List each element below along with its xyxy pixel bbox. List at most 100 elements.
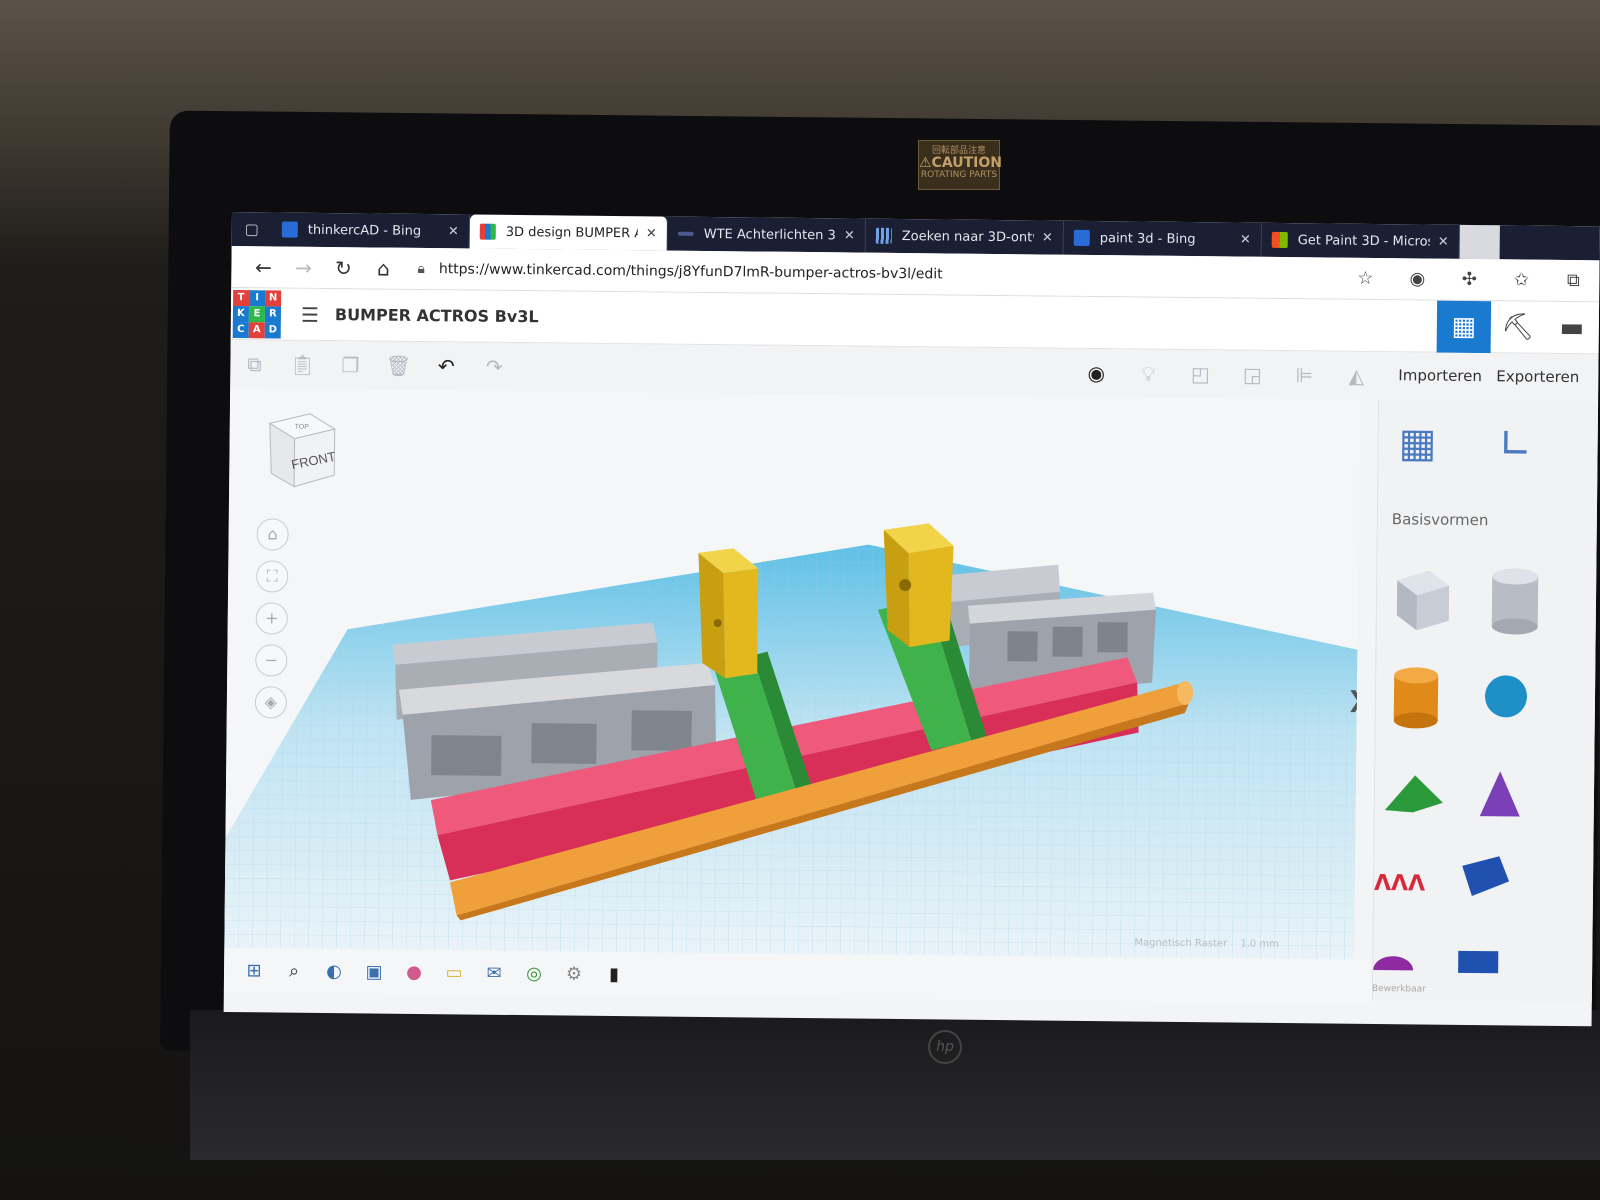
grid-site-icon — [875, 227, 892, 244]
shape-sphere[interactable] — [1484, 675, 1527, 718]
search-icon[interactable]: ⌕ — [274, 960, 314, 981]
notes-icon[interactable]: ◉ — [1070, 361, 1122, 386]
close-icon[interactable]: ✕ — [1042, 230, 1053, 245]
design-title[interactable]: BUMPER ACTROS Bv3L — [335, 305, 539, 326]
mirror-icon[interactable]: ◭ — [1330, 364, 1382, 389]
shape-polygon[interactable] — [1462, 856, 1510, 897]
shape-box[interactable] — [1396, 570, 1450, 631]
caution-line-2: ⚠CAUTION — [919, 155, 1002, 171]
yellow-bracket-left[interactable] — [697, 548, 759, 679]
duplicate-icon[interactable]: ❐ — [326, 353, 374, 378]
app-icon[interactable]: ▮ — [594, 963, 634, 984]
fit-view-icon[interactable]: ⛶ — [256, 560, 289, 593]
tab-get-paint3d[interactable]: Get Paint 3D - Micros ✕ — [1261, 222, 1460, 259]
logo-letter: T — [233, 289, 250, 306]
paint-icon[interactable]: ● — [394, 961, 434, 982]
view-mode-switch: ▦ ⛏ ▬ — [1436, 300, 1600, 355]
3d-design-view-icon[interactable]: ▦ — [1436, 300, 1492, 354]
tinkercad-logo[interactable]: T I N K E R C A D — [232, 289, 282, 339]
lock-icon: 🔒︎ — [417, 260, 425, 277]
forward-icon[interactable]: → — [283, 251, 323, 283]
tab-wte-achterlichten[interactable]: WTE Achterlichten 3 k ✕ — [667, 216, 866, 253]
zoom-in-icon[interactable]: + — [255, 602, 288, 635]
tab-title: thinkercAD - Bing — [307, 222, 422, 239]
workplane-scene[interactable] — [224, 388, 1360, 960]
tab-title: WTE Achterlichten 3 k — [703, 226, 836, 243]
close-icon[interactable]: ✕ — [1240, 232, 1251, 247]
ruler-icon[interactable]: ∟ — [1498, 421, 1532, 467]
snap-grid-control[interactable]: Magnetisch Raster 1.0 mm — [1134, 937, 1279, 950]
tab-paint3d-bing[interactable]: paint 3d - Bing ✕ — [1063, 220, 1262, 257]
favorite-star-icon[interactable]: ☆ — [1339, 264, 1391, 295]
collections-icon[interactable]: ⧉ — [1547, 266, 1599, 297]
tab-3d-design[interactable]: 3D design BUMPER AC ✕ — [469, 214, 668, 251]
close-icon[interactable]: ✕ — [844, 228, 855, 243]
back-icon[interactable]: ← — [243, 251, 283, 283]
shape-wedge[interactable] — [1458, 950, 1499, 974]
perspective-icon[interactable]: ◈ — [254, 686, 288, 719]
logo-letter: A — [248, 321, 265, 338]
yellow-bracket-right[interactable] — [882, 523, 954, 648]
snap-grid-value: 1.0 mm — [1240, 938, 1279, 951]
shape-text[interactable]: ΛΛΛ — [1374, 871, 1425, 897]
link-icon — [677, 231, 694, 236]
shape-cylinder-orange[interactable] — [1393, 667, 1439, 729]
close-icon[interactable]: ✕ — [448, 224, 459, 239]
workplane-icon[interactable]: ▦ — [1398, 420, 1436, 466]
shape-cone[interactable] — [1479, 771, 1520, 817]
tab-title: paint 3d - Bing — [1099, 230, 1196, 247]
settings-icon[interactable]: ⚙ — [554, 963, 594, 984]
align-icon[interactable]: ⊫ — [1278, 363, 1330, 388]
tab-thinkercad-bing[interactable]: thinkercAD - Bing ✕ — [271, 212, 470, 249]
home-icon[interactable]: ⌂ — [363, 252, 403, 284]
logo-letter: I — [249, 289, 266, 306]
bricks-view-icon[interactable]: ▬ — [1545, 302, 1600, 355]
delete-icon[interactable]: 🗑︎ — [374, 354, 422, 379]
panel-toggle-chevron-icon[interactable]: ❯ — [1347, 688, 1360, 713]
close-icon[interactable]: ✕ — [1438, 234, 1449, 249]
group-icon[interactable]: ◰ — [1174, 362, 1226, 387]
light-bulb-icon[interactable]: 💡︎ — [1122, 361, 1174, 386]
shape-half-sphere[interactable] — [1373, 956, 1414, 971]
view-cube-top-label: TOP — [295, 424, 310, 431]
shapes-category-select[interactable]: Basisvormen — [1392, 510, 1489, 529]
tab-zoeken-3d[interactable]: Zoeken naar 3D-ontw ✕ — [865, 218, 1064, 255]
store-icon[interactable]: ▣ — [354, 961, 394, 982]
ungroup-icon[interactable]: ◲ — [1226, 362, 1278, 387]
tab-title: 3D design BUMPER AC — [505, 224, 638, 241]
favorites-icon[interactable]: ✩ — [1495, 265, 1547, 296]
close-icon[interactable]: ✕ — [646, 226, 657, 241]
zoom-out-icon[interactable]: − — [255, 644, 288, 677]
url-field[interactable]: 🔒︎ https://www.tinkercad.com/things/j8Yf… — [417, 260, 942, 281]
shape-roof[interactable] — [1384, 775, 1443, 813]
new-tab-button[interactable] — [1459, 224, 1500, 260]
redo-icon[interactable]: ↷ — [470, 355, 518, 380]
view-cube[interactable]: FRONT TOP — [259, 408, 340, 489]
export-button[interactable]: Exporteren — [1488, 367, 1587, 386]
bing-icon — [1073, 229, 1090, 246]
chrome-icon[interactable]: ◎ — [514, 962, 554, 984]
home-view-icon[interactable]: ⌂ — [256, 518, 289, 551]
tab-actions-icon[interactable]: ▢ — [232, 212, 272, 246]
puzzle-icon[interactable]: ✣ — [1443, 265, 1495, 296]
paste-icon[interactable]: 📋︎ — [278, 352, 326, 377]
caution-sticker: 回転部品注意 ⚠CAUTION ROTATING PARTS — [918, 140, 1002, 190]
import-button[interactable]: Importeren — [1390, 366, 1490, 385]
copy-icon[interactable]: ⧉ — [230, 352, 278, 377]
blocks-view-icon[interactable]: ⛏ — [1491, 301, 1546, 354]
file-explorer-icon[interactable]: ▭ — [434, 962, 474, 983]
laptop-screen: ▢ thinkercAD - Bing ✕ 3D design BUMPER A… — [223, 212, 1600, 1027]
microsoft-icon — [1271, 231, 1288, 249]
refresh-icon[interactable]: ↻ — [323, 251, 363, 283]
bing-icon — [281, 221, 298, 238]
undo-icon[interactable]: ↶ — [422, 354, 470, 379]
shape-cylinder-gray[interactable] — [1491, 568, 1539, 635]
extension-icon[interactable]: ◉ — [1391, 264, 1443, 295]
address-bar-actions: ☆ ◉ ✣ ✩ ⧉ — [1339, 264, 1599, 297]
3d-workplane-viewport[interactable]: FRONT TOP ⌂ ⛶ + − ◈ ❯ Magnetisch Raster … — [224, 387, 1361, 960]
design-list-icon[interactable]: ☰ — [295, 302, 325, 326]
tab-title: Get Paint 3D - Micros — [1297, 232, 1430, 250]
edge-browser-icon[interactable]: ◐ — [314, 960, 354, 982]
mail-icon[interactable]: ✉ — [474, 962, 514, 983]
windows-start-icon[interactable]: ⊞ — [234, 960, 274, 981]
